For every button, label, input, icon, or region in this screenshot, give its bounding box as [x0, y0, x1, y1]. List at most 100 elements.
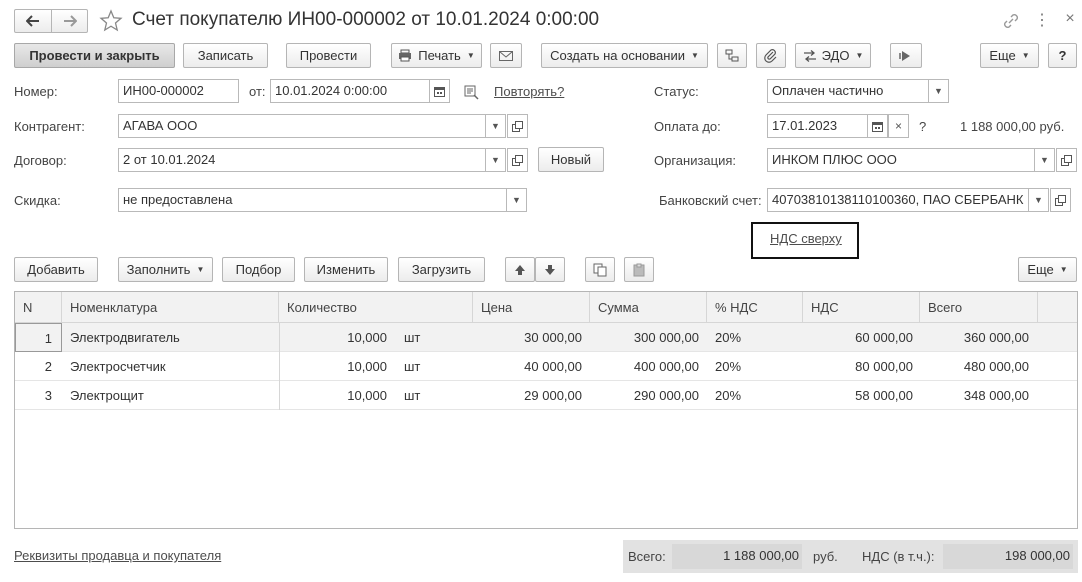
column-header-total[interactable]: Всего [920, 292, 1038, 323]
close-icon[interactable]: × [1062, 10, 1078, 30]
more-vertical-icon[interactable]: ⋮ [1034, 10, 1050, 30]
chevron-down-icon: ▼ [1059, 265, 1068, 274]
save-button[interactable]: Записать [183, 43, 268, 68]
bank-account-open-button[interactable] [1050, 188, 1071, 212]
move-down-button[interactable] [535, 257, 565, 282]
column-header-sum[interactable]: Сумма [590, 292, 707, 323]
discount-dropdown-button[interactable]: ▼ [506, 188, 527, 212]
table-row[interactable]: 3 Электрощит 10,000 шт 29 000,00 290 000… [15, 381, 1077, 410]
date-label: от: [249, 84, 266, 99]
link-icon[interactable] [1002, 12, 1020, 30]
structure-button[interactable] [717, 43, 747, 68]
move-up-button[interactable] [505, 257, 535, 282]
fill-button[interactable]: Заполнить ▼ [118, 257, 213, 282]
total-cell: 480 000,00 [963, 359, 1029, 374]
column-header-price[interactable]: Цена [473, 292, 590, 323]
create-based-on-button[interactable]: Создать на основании ▼ [541, 43, 708, 68]
forward-button[interactable] [51, 9, 88, 33]
column-divider [279, 323, 280, 410]
requisites-link[interactable]: Реквизиты продавца и покупателя [14, 548, 221, 563]
contract-field[interactable]: 2 от 10.01.2024 [118, 148, 486, 172]
discount-field[interactable]: не предоставлена [118, 188, 507, 212]
back-button[interactable] [14, 9, 52, 33]
table-row[interactable]: 2 Электросчетчик 10,000 шт 40 000,00 400… [15, 352, 1077, 381]
calendar-button[interactable] [429, 79, 450, 103]
open-window-icon [512, 120, 523, 132]
post-label: Провести [299, 48, 358, 63]
calendar-icon [434, 86, 445, 97]
pay-until-label: Оплата до: [654, 119, 721, 134]
table-row[interactable]: 1 Электродвигатель 10,000 шт 30 000,00 3… [15, 323, 1077, 352]
item-cell: Электродвигатель [70, 330, 180, 345]
total-value: 1 188 000,00 [672, 544, 802, 569]
column-header-vat-rate[interactable]: % НДС [707, 292, 803, 323]
counterparty-field[interactable]: АГАВА ООО [118, 114, 486, 138]
total-cell: 360 000,00 [963, 330, 1029, 345]
column-header-quantity[interactable]: Количество [279, 292, 473, 323]
send-button[interactable] [890, 43, 922, 68]
bank-account-field[interactable]: 40703810138110100360, ПАО СБЕРБАНК [767, 188, 1029, 212]
print-button[interactable]: Печать ▼ [391, 43, 482, 68]
chevron-down-icon: ▼ [690, 51, 699, 60]
pay-amount: 1 188 000,00 руб. [960, 119, 1065, 134]
totals-panel: Всего: 1 188 000,00 руб. НДС (в т.ч.): 1… [623, 540, 1078, 573]
calendar-icon [872, 121, 883, 132]
edit-button[interactable]: Изменить [304, 257, 388, 282]
copy-icon [593, 263, 607, 276]
print-label: Печать [418, 48, 461, 63]
bank-account-dropdown-button[interactable]: ▼ [1028, 188, 1049, 212]
pay-until-calendar-button[interactable] [867, 114, 888, 138]
post-and-close-button[interactable]: Провести и закрыть [14, 43, 175, 68]
edo-icon [803, 49, 816, 62]
table-more-label: Еще [1027, 262, 1054, 277]
contract-dropdown-button[interactable]: ▼ [485, 148, 506, 172]
counterparty-open-button[interactable] [507, 114, 528, 138]
quantity-cell: 10,000 [347, 330, 387, 345]
repeat-link[interactable]: Повторять? [494, 84, 564, 99]
price-cell: 40 000,00 [524, 359, 582, 374]
number-field[interactable]: ИН00-000002 [118, 79, 239, 103]
open-window-icon [512, 154, 523, 166]
counterparty-dropdown-button[interactable]: ▼ [485, 114, 506, 138]
organization-dropdown-button[interactable]: ▼ [1034, 148, 1055, 172]
more-button[interactable]: Еще ▼ [980, 43, 1039, 68]
column-header-n[interactable]: N [15, 292, 62, 323]
paste-rows-button[interactable] [624, 257, 654, 282]
status-field[interactable]: Оплачен частично [767, 79, 929, 103]
goods-table[interactable]: N Номенклатура Количество Цена Сумма % Н… [14, 291, 1078, 529]
vat-cell: 58 000,00 [855, 388, 913, 403]
contract-open-button[interactable] [507, 148, 528, 172]
column-header-item[interactable]: Номенклатура [62, 292, 279, 323]
vat-on-top-link[interactable]: НДС сверху [770, 231, 842, 246]
organization-field[interactable]: ИНКОМ ПЛЮС ООО [767, 148, 1035, 172]
row-number-cell: 2 [44, 359, 52, 374]
post-button[interactable]: Провести [286, 43, 371, 68]
organization-open-button[interactable] [1056, 148, 1077, 172]
pick-button[interactable]: Подбор [222, 257, 295, 282]
pay-until-clear-button[interactable]: × [888, 114, 909, 138]
new-contract-button[interactable]: Новый [538, 147, 604, 172]
copy-rows-button[interactable] [585, 257, 615, 282]
help-button[interactable]: ? [1048, 43, 1077, 68]
vat-included-label: НДС (в т.ч.): [862, 549, 935, 564]
email-button[interactable] [490, 43, 522, 68]
repeat-icon[interactable] [464, 84, 480, 100]
hierarchy-icon [725, 49, 739, 61]
arrow-up-icon [515, 264, 525, 275]
date-field[interactable]: 10.01.2024 0:00:00 [270, 79, 430, 103]
load-label: Загрузить [411, 262, 472, 277]
pay-until-field[interactable]: 17.01.2023 [767, 114, 868, 138]
status-dropdown-button[interactable]: ▼ [928, 79, 949, 103]
edo-button[interactable]: ЭДО ▼ [795, 43, 871, 68]
envelope-icon [499, 50, 513, 61]
favorite-star-icon[interactable] [99, 9, 123, 33]
printer-icon [399, 49, 412, 62]
column-header-vat[interactable]: НДС [803, 292, 920, 323]
add-row-button[interactable]: Добавить [14, 257, 98, 282]
total-label: Всего: [628, 549, 666, 564]
table-more-button[interactable]: Еще ▼ [1018, 257, 1077, 282]
load-button[interactable]: Загрузить [398, 257, 485, 282]
chevron-down-icon: ▼ [1040, 155, 1049, 165]
chevron-down-icon: ▼ [491, 155, 500, 165]
attach-button[interactable] [756, 43, 786, 68]
